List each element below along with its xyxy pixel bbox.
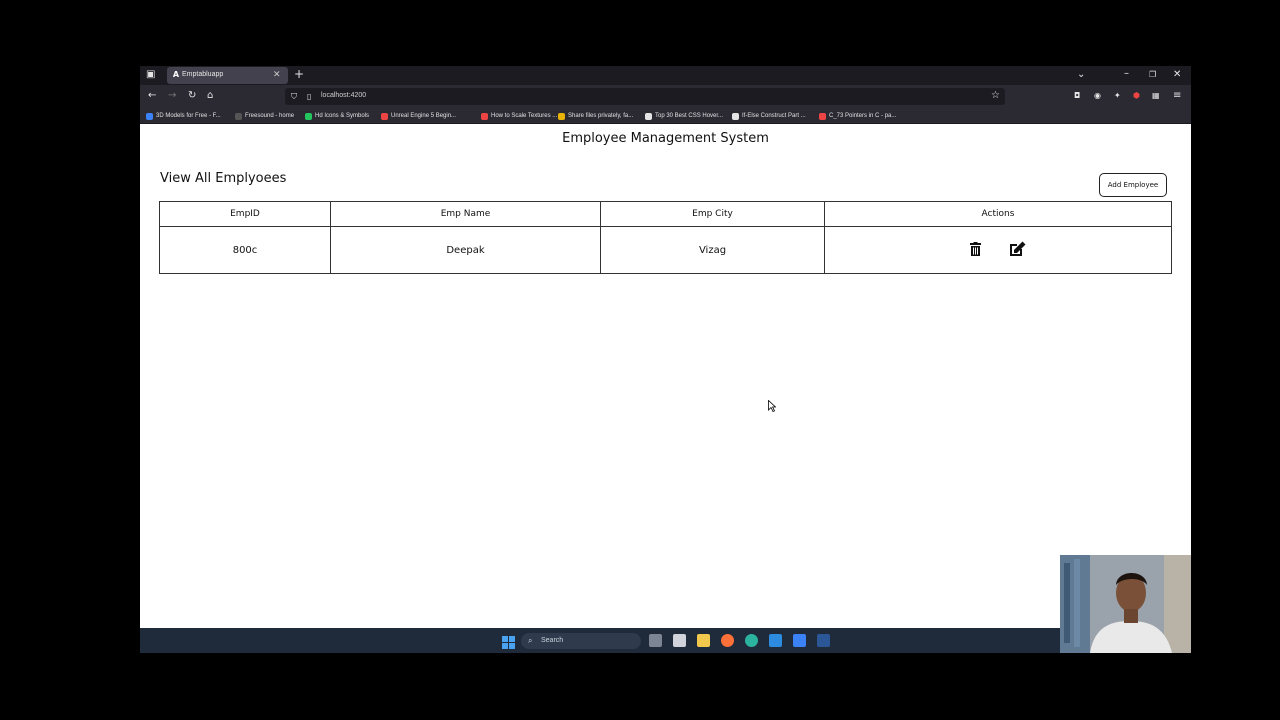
- bookmark-favicon-icon: [305, 112, 312, 120]
- bookmark-item[interactable]: How to Scale Textures ...: [481, 111, 557, 121]
- browser-tab[interactable]: A Emptabluapp ✕: [167, 67, 288, 84]
- header-actions: Actions: [824, 201, 1172, 227]
- cell-emp-city: Vizag: [600, 226, 825, 274]
- bookmark-item[interactable]: Share files privately, fa...: [558, 111, 633, 121]
- browser-tab-strip: ▣ A Emptabluapp ✕ + ⌄ – ❐ ✕: [140, 66, 1191, 85]
- extension-shield-icon[interactable]: ⬢: [1133, 91, 1140, 101]
- bookmark-label: How to Scale Textures ...: [491, 113, 558, 119]
- bookmark-label: Hd Icons & Symbols: [315, 113, 370, 119]
- web-page: Employee Management System View All Empl…: [140, 124, 1191, 628]
- app-icon[interactable]: [793, 634, 806, 647]
- add-employee-button[interactable]: Add Employee: [1099, 173, 1167, 197]
- tab-overview-icon[interactable]: ▣: [146, 70, 155, 80]
- bookmark-favicon-icon: [819, 112, 826, 120]
- extension-icon[interactable]: ▦: [1152, 91, 1160, 101]
- new-tab-icon[interactable]: +: [294, 68, 304, 80]
- header-emp-name: Emp Name: [330, 201, 601, 227]
- bookmark-label: Unreal Engine 5 Begin...: [391, 113, 457, 119]
- bookmark-label: Freesound - home: [245, 113, 295, 119]
- bookmark-favicon-icon: [645, 112, 652, 120]
- bookmark-item[interactable]: Hd Icons & Symbols: [305, 111, 369, 121]
- bookmark-item[interactable]: 3D Models for Free - F...: [146, 111, 221, 121]
- table-header-row: EmpID Emp Name Emp City Actions: [159, 201, 1172, 227]
- bookmark-label: Top 30 Best CSS Hover...: [655, 113, 724, 119]
- bookmark-favicon-icon: [481, 112, 488, 120]
- header-emp-city: Emp City: [600, 201, 825, 227]
- bookmark-favicon-icon: [235, 112, 242, 120]
- bookmark-favicon-icon: [558, 112, 565, 120]
- edge-icon[interactable]: [745, 634, 758, 647]
- delete-trash-icon[interactable]: [970, 241, 982, 259]
- bookmark-item[interactable]: Top 30 Best CSS Hover...: [645, 111, 723, 121]
- cell-emp-id: 800c: [159, 226, 331, 274]
- pocket-icon[interactable]: ◘: [1074, 91, 1080, 101]
- bookmark-favicon-icon: [146, 112, 153, 120]
- browser-navbar: ← → ↻ ⌂ ⛉ ▯ localhost:4200 ☆ ◘ ◉ ✦ ⬢ ▦ ≡: [140, 85, 1191, 108]
- search-icon: ⌕: [528, 636, 533, 645]
- bookmarks-bar: 3D Models for Free - F... Freesound - hom…: [140, 108, 1191, 124]
- reload-icon[interactable]: ↻: [188, 91, 196, 101]
- extensions-icon[interactable]: ✦: [1114, 91, 1121, 101]
- store-icon[interactable]: [673, 634, 686, 647]
- employee-table: EmpID Emp Name Emp City Actions 800c Dee…: [159, 201, 1172, 274]
- chevron-down-icon[interactable]: ⌄: [1077, 70, 1085, 80]
- taskbar-search[interactable]: ⌕ Search: [521, 633, 641, 649]
- restore-icon[interactable]: ❐: [1149, 70, 1156, 80]
- webcam-person-image: [1060, 555, 1191, 653]
- account-icon[interactable]: ◉: [1094, 91, 1101, 101]
- page-title: Employee Management System: [562, 131, 769, 146]
- webcam-overlay: [1060, 555, 1191, 653]
- cell-actions: [824, 226, 1172, 274]
- windows-taskbar: ⌕ Search: [140, 628, 1191, 653]
- vscode-icon[interactable]: [769, 634, 782, 647]
- windows-start-icon[interactable]: [502, 634, 515, 649]
- bookmark-label: C_73 Pointers in C - pa...: [829, 113, 897, 119]
- bookmark-label: Share files privately, fa...: [568, 113, 634, 119]
- bookmark-item[interactable]: Freesound - home: [235, 111, 294, 121]
- address-bar[interactable]: ⛉ ▯ localhost:4200 ☆: [285, 88, 1005, 105]
- file-explorer-icon[interactable]: [697, 634, 710, 647]
- tab-close-icon[interactable]: ✕: [273, 70, 281, 80]
- url-text: localhost:4200: [321, 92, 367, 99]
- task-view-icon[interactable]: [649, 634, 662, 647]
- forward-icon[interactable]: →: [168, 91, 176, 101]
- bookmark-item[interactable]: C_73 Pointers in C - pa...: [819, 111, 896, 121]
- word-icon[interactable]: [817, 634, 830, 647]
- section-title: View All Emplyoees: [160, 171, 287, 186]
- cell-emp-name: Deepak: [330, 226, 601, 274]
- back-icon[interactable]: ←: [148, 91, 156, 101]
- screen-capture: ▣ A Emptabluapp ✕ + ⌄ – ❐ ✕ ← → ↻ ⌂ ⛉ ▯ …: [140, 66, 1191, 653]
- edit-pencil-icon[interactable]: [1009, 241, 1026, 260]
- page-icon: ▯: [307, 92, 312, 101]
- bookmark-label: 3D Models for Free - F...: [156, 113, 221, 119]
- bookmark-item[interactable]: Unreal Engine 5 Begin...: [381, 111, 456, 121]
- bookmark-favicon-icon: [381, 112, 388, 120]
- mouse-cursor-icon: [768, 400, 776, 412]
- table-row: 800c Deepak Vizag: [159, 226, 1172, 274]
- minimize-icon[interactable]: –: [1124, 69, 1129, 79]
- firefox-icon[interactable]: [721, 634, 734, 647]
- menu-icon[interactable]: ≡: [1173, 91, 1181, 101]
- shield-icon[interactable]: ⛉: [291, 92, 297, 102]
- angular-icon: A: [172, 70, 180, 79]
- tab-title: Emptabluapp: [182, 71, 224, 78]
- close-window-icon[interactable]: ✕: [1173, 70, 1181, 80]
- bookmark-favicon-icon: [732, 112, 739, 120]
- bookmark-star-icon[interactable]: ☆: [991, 91, 1000, 101]
- taskbar-search-placeholder: Search: [541, 637, 564, 644]
- bookmark-label: If-Else Construct Part ...: [742, 113, 806, 119]
- bookmark-item[interactable]: If-Else Construct Part ...: [732, 111, 806, 121]
- home-icon[interactable]: ⌂: [207, 91, 213, 101]
- header-emp-id: EmpID: [159, 201, 331, 227]
